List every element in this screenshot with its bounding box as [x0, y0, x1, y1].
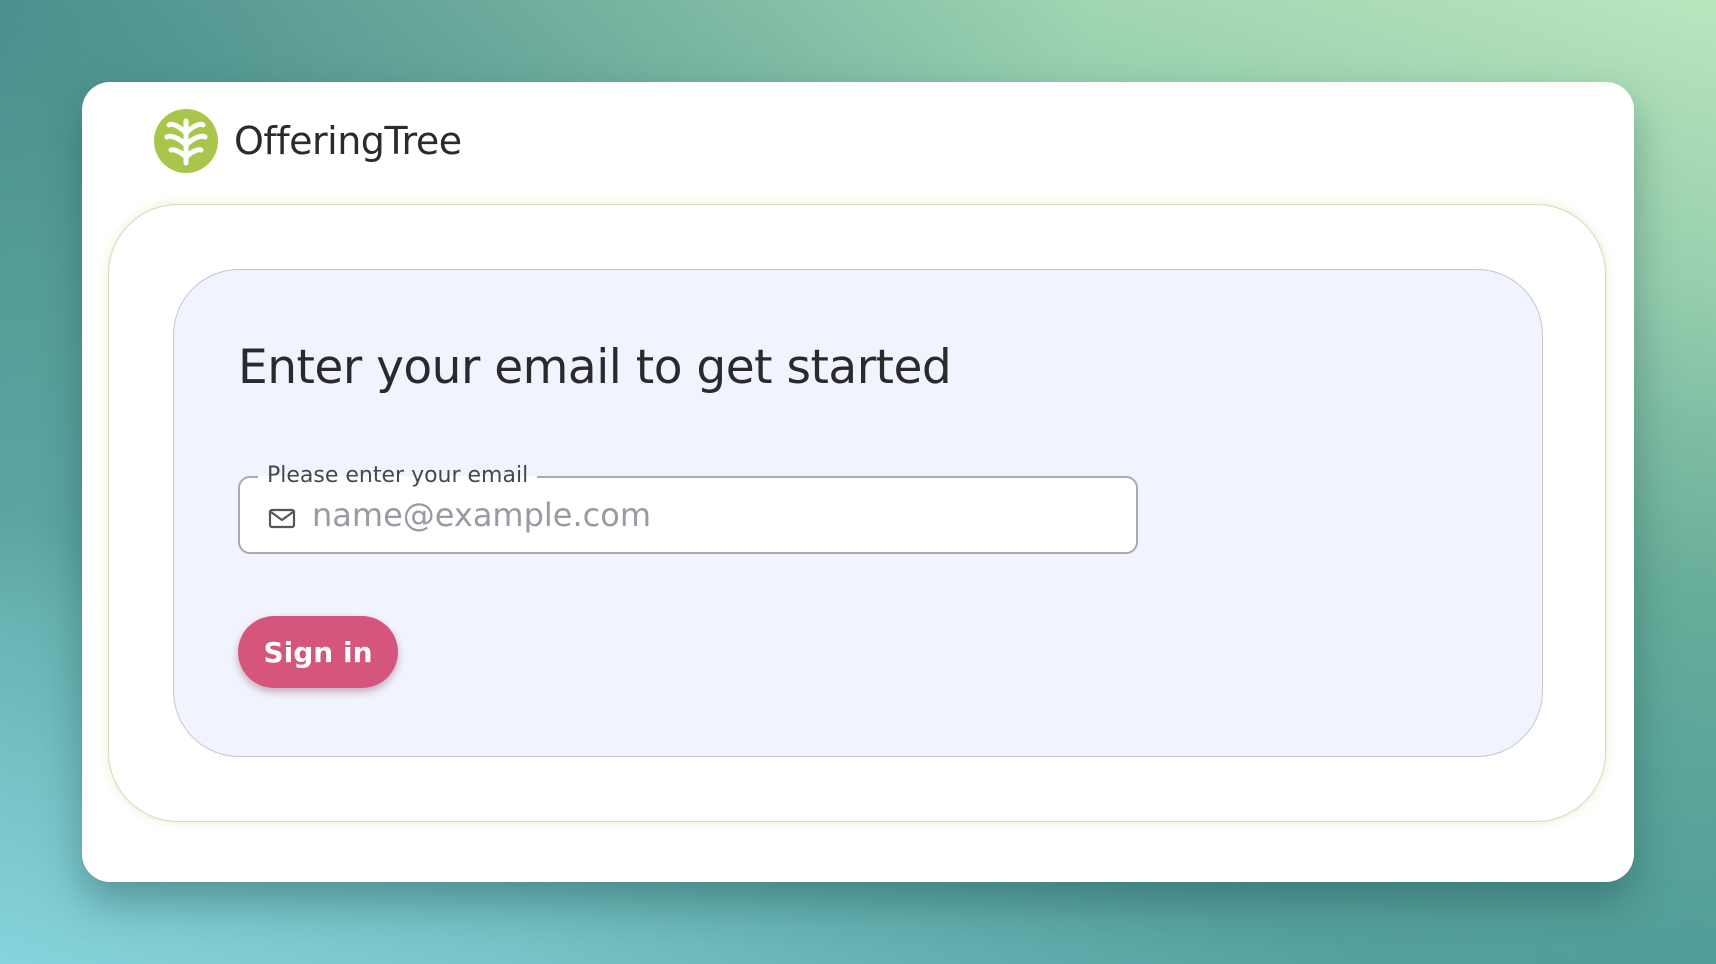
brand-header: OfferingTree — [154, 108, 462, 174]
login-outer-card: Enter your email to get started Please e… — [108, 204, 1606, 822]
login-form-card: Enter your email to get started Please e… — [173, 269, 1543, 757]
sign-in-button[interactable]: Sign in — [238, 616, 398, 688]
mail-icon — [268, 508, 296, 529]
app-window: OfferingTree Enter your email to get sta… — [82, 82, 1634, 882]
tree-leaf-logo-icon — [154, 109, 218, 173]
brand-name: OfferingTree — [234, 119, 462, 163]
page-title: Enter your email to get started — [238, 340, 952, 395]
email-field[interactable]: Please enter your email — [238, 463, 1138, 554]
email-input[interactable] — [312, 486, 1112, 544]
